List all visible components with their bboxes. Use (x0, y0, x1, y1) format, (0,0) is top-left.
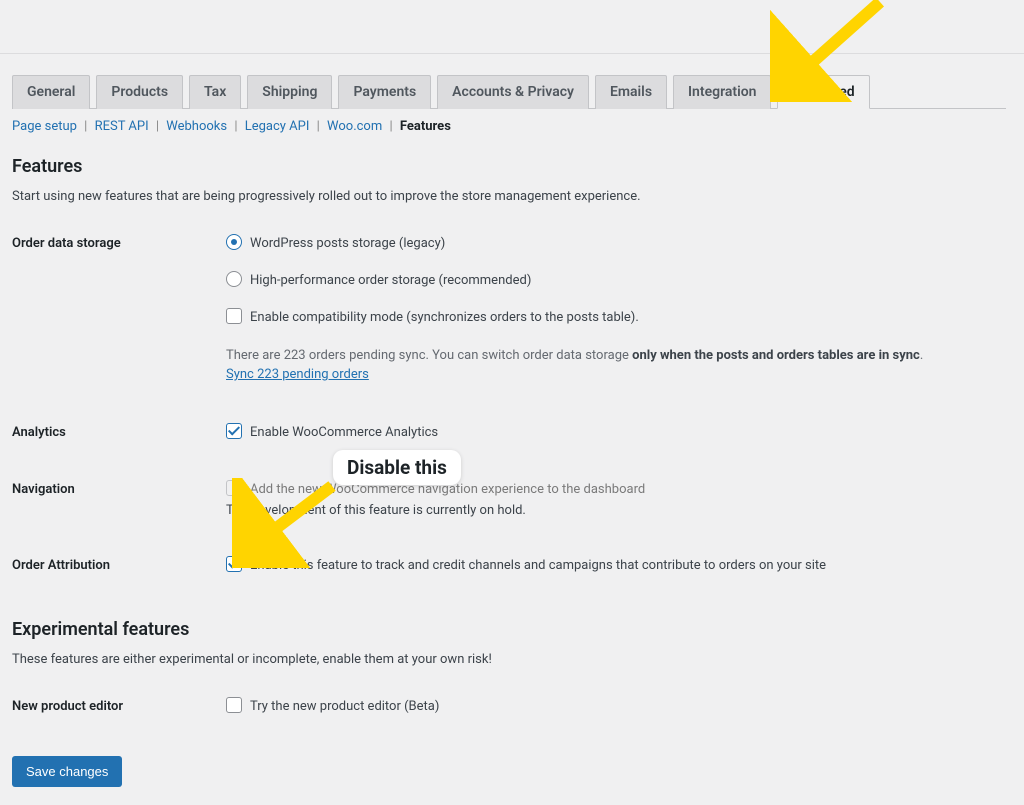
tab-payments[interactable]: Payments (338, 75, 431, 109)
option-posts-storage[interactable]: WordPress posts storage (legacy) (226, 234, 1006, 253)
tab-tax[interactable]: Tax (189, 75, 241, 109)
checkbox-analytics-label: Enable WooCommerce Analytics (250, 423, 438, 442)
checkbox-product-editor[interactable] (226, 697, 242, 713)
top-empty-area (0, 0, 1024, 54)
label-order-storage: Order data storage (12, 234, 226, 251)
option-analytics[interactable]: Enable WooCommerce Analytics (226, 423, 1006, 442)
save-changes-button[interactable]: Save changes (12, 756, 122, 787)
field-analytics: Enable WooCommerce Analytics (226, 423, 1006, 442)
radio-hpos[interactable] (226, 271, 242, 287)
field-order-storage: WordPress posts storage (legacy) High-pe… (226, 234, 1006, 385)
subtab-features[interactable]: Features (400, 119, 451, 134)
label-navigation: Navigation (12, 480, 226, 497)
tab-advanced[interactable]: Advanced (777, 75, 869, 109)
field-product-editor: Try the new product editor (Beta) (226, 697, 1006, 716)
label-analytics: Analytics (12, 423, 226, 440)
radio-hpos-label: High-performance order storage (recommen… (250, 271, 531, 290)
subtab-page-setup[interactable]: Page setup (12, 119, 77, 134)
checkbox-navigation (226, 480, 242, 496)
features-description: Start using new features that are being … (12, 189, 1006, 204)
features-heading: Features (12, 156, 1006, 177)
tab-products[interactable]: Products (96, 75, 183, 109)
order-storage-meta: There are 223 orders pending sync. You c… (226, 346, 1006, 385)
subtab-woo-com[interactable]: Woo.com (327, 119, 382, 134)
navigation-note: The development of this feature is curre… (226, 503, 1006, 518)
checkbox-product-editor-label: Try the new product editor (Beta) (250, 697, 439, 716)
option-order-attribution[interactable]: Enable this feature to track and credit … (226, 556, 1006, 575)
checkbox-compat-mode-label: Enable compatibility mode (synchronizes … (250, 308, 639, 327)
sync-pending-orders-link[interactable]: Sync 223 pending orders (226, 367, 369, 382)
field-order-attribution: Enable this feature to track and credit … (226, 556, 1006, 575)
checkbox-analytics[interactable] (226, 423, 242, 439)
option-product-editor[interactable]: Try the new product editor (Beta) (226, 697, 1006, 716)
tab-integration[interactable]: Integration (673, 75, 771, 109)
annotation-callout-disable-this: Disable this (333, 450, 461, 485)
meta-text-post: . (920, 348, 923, 363)
main-tabs: General Products Tax Shipping Payments A… (12, 74, 1006, 109)
experimental-description: These features are either experimental o… (12, 652, 1006, 667)
row-navigation: Navigation Add the new WooCommerce navig… (12, 480, 1006, 518)
checkbox-order-attribution[interactable] (226, 556, 242, 572)
field-navigation: Add the new WooCommerce navigation exper… (226, 480, 1006, 518)
tab-shipping[interactable]: Shipping (247, 75, 332, 109)
meta-text-bold: only when the posts and orders tables ar… (632, 348, 920, 363)
tab-accounts-privacy[interactable]: Accounts & Privacy (437, 75, 589, 109)
checkbox-compat-mode[interactable] (226, 308, 242, 324)
option-compat-mode[interactable]: Enable compatibility mode (synchronizes … (226, 308, 1006, 327)
experimental-form: New product editor Try the new product e… (12, 697, 1006, 716)
row-order-attribution: Order Attribution Enable this feature to… (12, 556, 1006, 575)
tab-general[interactable]: General (12, 75, 90, 109)
subtab-legacy-api[interactable]: Legacy API (245, 119, 310, 134)
subtab-webhooks[interactable]: Webhooks (166, 119, 227, 134)
label-product-editor: New product editor (12, 697, 226, 714)
subtab-rest-api[interactable]: REST API (95, 119, 149, 134)
sub-tabs: Page setup | REST API | Webhooks | Legac… (12, 119, 1006, 134)
settings-content: General Products Tax Shipping Payments A… (0, 54, 1024, 805)
features-form: Order data storage WordPress posts stora… (12, 234, 1006, 575)
experimental-heading: Experimental features (12, 619, 1006, 640)
row-product-editor: New product editor Try the new product e… (12, 697, 1006, 716)
meta-text-pre: There are 223 orders pending sync. You c… (226, 348, 632, 363)
tab-emails[interactable]: Emails (595, 75, 667, 109)
option-hpos[interactable]: High-performance order storage (recommen… (226, 271, 1006, 290)
radio-posts-storage[interactable] (226, 234, 242, 250)
label-order-attribution: Order Attribution (12, 556, 226, 573)
radio-posts-storage-label: WordPress posts storage (legacy) (250, 234, 445, 253)
checkbox-order-attribution-label: Enable this feature to track and credit … (250, 556, 826, 575)
row-order-storage: Order data storage WordPress posts stora… (12, 234, 1006, 385)
row-analytics: Analytics Enable WooCommerce Analytics (12, 423, 1006, 442)
